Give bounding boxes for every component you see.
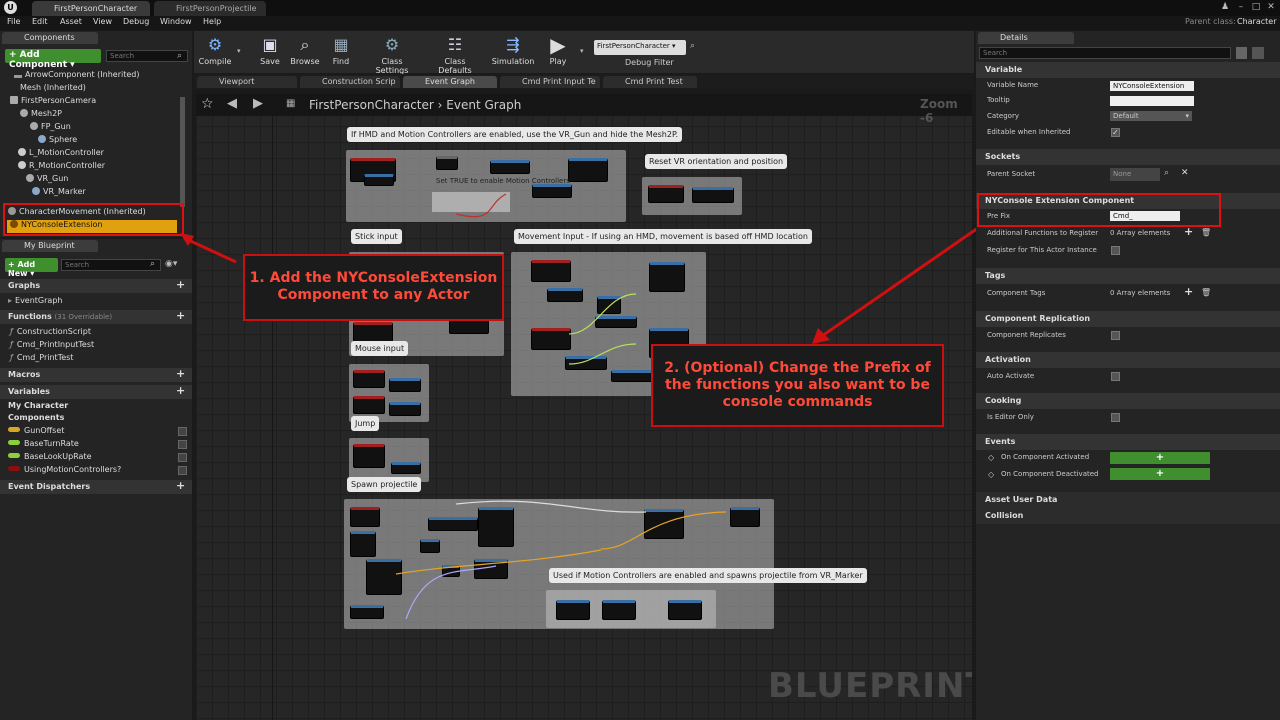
- category-select[interactable]: Default ▾: [1110, 111, 1192, 121]
- arrow-line: [183, 236, 237, 264]
- collision-header[interactable]: Collision: [976, 508, 1280, 524]
- trash-icon[interactable]: 🗑: [1201, 228, 1211, 237]
- auto-activate-label: Auto Activate: [987, 372, 1035, 380]
- register-actor-instance-checkbox[interactable]: [1111, 246, 1120, 255]
- socket-search-icon[interactable]: ⌕: [1164, 168, 1169, 178]
- is-editor-only-checkbox[interactable]: [1111, 413, 1120, 422]
- variable-header[interactable]: Variable: [976, 62, 1280, 78]
- variable-name-label: Variable Name: [987, 81, 1039, 89]
- arrow-head-icon: [180, 233, 194, 246]
- chevron-down-icon: ▾: [1185, 112, 1189, 120]
- variable-name-input[interactable]: NYConsoleExtension: [1110, 81, 1194, 91]
- tooltip-input[interactable]: [1110, 96, 1194, 106]
- property-matrix-icon[interactable]: [1236, 47, 1247, 59]
- editable-inherited-label: Editable when Inherited: [987, 128, 1071, 136]
- clear-socket-icon[interactable]: ✕: [1181, 168, 1189, 178]
- on-component-activated-label: On Component Activated: [1001, 453, 1090, 461]
- add-on-component-deactivated-button[interactable]: +: [1110, 468, 1210, 480]
- additional-functions-label: Additional Functions to Register: [987, 229, 1099, 237]
- events-header[interactable]: Events: [976, 434, 1280, 450]
- activation-header[interactable]: Activation: [976, 352, 1280, 368]
- add-on-component-activated-button[interactable]: +: [1110, 452, 1210, 464]
- additional-functions-count: 0 Array elements: [1110, 229, 1171, 237]
- view-options-icon[interactable]: [1252, 47, 1264, 59]
- component-tags-count: 0 Array elements: [1110, 289, 1171, 297]
- trash-icon[interactable]: 🗑: [1201, 288, 1211, 297]
- section-label: Cooking: [985, 396, 1022, 405]
- component-replicates-label: Component Replicates: [987, 331, 1066, 339]
- parent-socket-value[interactable]: None: [1110, 168, 1160, 181]
- add-tag-icon[interactable]: +: [1184, 285, 1193, 298]
- asset-user-data-header[interactable]: Asset User Data: [976, 492, 1280, 508]
- section-label: Events: [985, 437, 1016, 446]
- register-actor-instance-label: Register for This Actor Instance: [987, 246, 1097, 254]
- event-diamond-icon: ◇: [988, 453, 995, 462]
- section-label: Component Replication: [985, 314, 1091, 323]
- section-label: Variable: [985, 65, 1023, 74]
- component-replicates-checkbox[interactable]: [1111, 331, 1120, 340]
- tab-label: Details: [1000, 33, 1028, 42]
- cooking-header[interactable]: Cooking: [976, 393, 1280, 409]
- highlight-box-prefix: [977, 193, 1221, 227]
- editable-inherited-checkbox[interactable]: ✓: [1111, 128, 1120, 137]
- section-label: Activation: [985, 355, 1031, 364]
- component-tags-label: Component Tags: [987, 289, 1046, 297]
- tooltip-label: Tooltip: [987, 96, 1010, 104]
- details-tab[interactable]: Details: [978, 32, 1074, 44]
- tags-header[interactable]: Tags: [976, 268, 1280, 284]
- component-replication-header[interactable]: Component Replication: [976, 311, 1280, 327]
- on-component-deactivated-label: On Component Deactivated: [1001, 470, 1099, 478]
- category-label: Category: [987, 112, 1019, 120]
- parent-socket-label: Parent Socket: [987, 170, 1036, 178]
- search-placeholder: Search: [983, 49, 1008, 57]
- is-editor-only-label: Is Editor Only: [987, 413, 1034, 421]
- auto-activate-checkbox[interactable]: [1111, 372, 1120, 381]
- section-label: Sockets: [985, 152, 1021, 161]
- details-search-input[interactable]: Search: [979, 47, 1231, 59]
- select-value: Default: [1113, 112, 1139, 120]
- details-panel: Details Search Variable Variable Name NY…: [976, 31, 1280, 720]
- arrow-head-icon: [812, 328, 830, 344]
- section-label: Collision: [985, 511, 1024, 520]
- event-diamond-icon: ◇: [988, 470, 995, 479]
- arrow-line: [821, 226, 979, 338]
- section-label: Asset User Data: [985, 495, 1058, 504]
- sockets-header[interactable]: Sockets: [976, 149, 1280, 165]
- section-label: Tags: [985, 271, 1006, 280]
